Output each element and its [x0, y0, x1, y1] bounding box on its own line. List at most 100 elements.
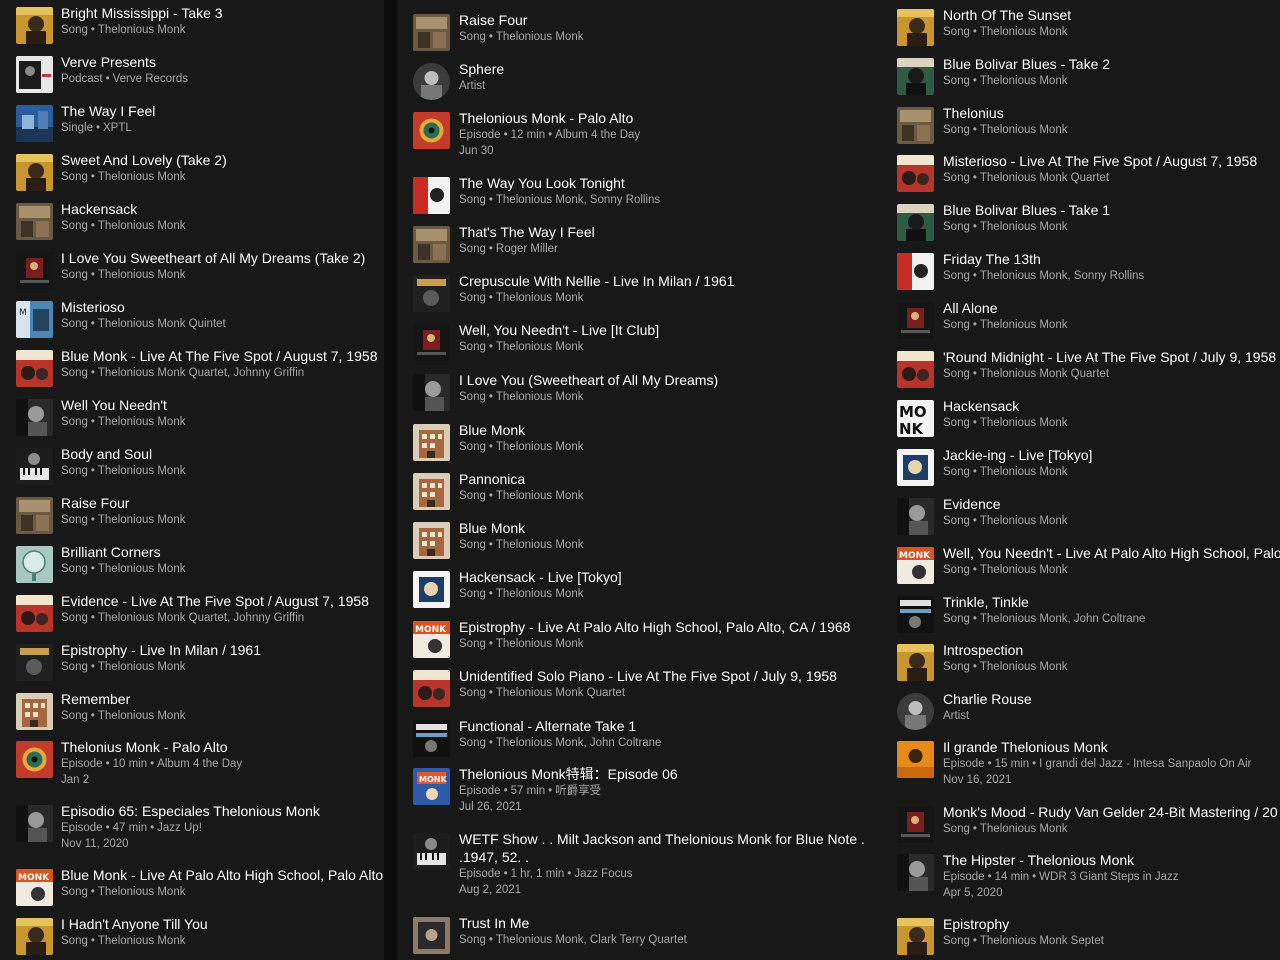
result-artist[interactable]: Thelonious Monk: [98, 171, 186, 183]
cover-art-image[interactable]: [897, 107, 934, 144]
result-item[interactable]: Thelonious Monk - Palo Alto Episode • 12 mi…: [397, 109, 883, 157]
result-title[interactable]: Blue Monk: [459, 519, 883, 537]
result-item[interactable]: Well, You Needn't - Live [It Club] Song • T…: [397, 321, 883, 365]
cover-art-image[interactable]: [897, 596, 934, 633]
result-title[interactable]: Functional - Alternate Take 1: [459, 717, 883, 735]
cover-art-image[interactable]: [16, 105, 53, 142]
result-artist[interactable]: Thelonious Monk Quartet, Johnny Griffin: [98, 367, 304, 379]
result-title[interactable]: Verve Presents: [61, 53, 384, 71]
result-item[interactable]: That's The Way I Feel Song • Roger Miller: [397, 223, 883, 267]
result-item[interactable]: Pannonica Song • Thelonious Monk: [397, 470, 883, 514]
artist-image[interactable]: [897, 693, 934, 730]
result-artist[interactable]: Thelonious Monk: [496, 31, 584, 43]
result-artist[interactable]: 15 min: [995, 758, 1030, 770]
result-item[interactable]: Thelonius Song • Thelonious Monk: [883, 104, 1280, 148]
result-artist[interactable]: Roger Miller: [496, 243, 558, 255]
result-artist[interactable]: Thelonious Monk: [496, 441, 584, 453]
cover-art-image[interactable]: [16, 595, 53, 632]
result-title-continued[interactable]: .1947, 52. .: [459, 848, 883, 866]
result-item[interactable]: Unidentified Solo Piano - Live At The Fi…: [397, 667, 883, 711]
result-title[interactable]: Friday The 13th: [943, 250, 1280, 268]
result-item[interactable]: WETF Show . . Milt Jackson and Theloniou…: [397, 830, 883, 896]
cover-art-image[interactable]: [897, 155, 934, 192]
result-title[interactable]: Charlie Rouse: [943, 690, 1280, 708]
result-item[interactable]: MONK Thelonious Monk特辑：Episode 06 Episode •…: [397, 765, 883, 813]
result-artist[interactable]: Thelonious Monk, Clark Terry Quartet: [496, 934, 687, 946]
result-item[interactable]: Raise Four Song • Thelonious Monk: [0, 494, 384, 538]
cover-art-image[interactable]: [413, 324, 450, 361]
cover-art-image[interactable]: [413, 473, 450, 510]
result-artist[interactable]: 47 min: [113, 822, 148, 834]
result-title[interactable]: Jackie-ing - Live [Tokyo]: [943, 446, 1280, 464]
result-artist[interactable]: Thelonious Monk: [98, 220, 186, 232]
result-item[interactable]: Blue Monk Song • Thelonious Monk: [397, 519, 883, 563]
result-show[interactable]: Album 4 the Day: [157, 758, 242, 770]
result-title[interactable]: Bright Mississippi - Take 3: [61, 4, 384, 22]
result-item[interactable]: M Misterioso Song • Thelonious Monk Quintet: [0, 298, 384, 342]
result-title[interactable]: All Alone: [943, 299, 1280, 317]
result-artist[interactable]: Thelonious Monk: [496, 588, 584, 600]
result-item[interactable]: I Love You (Sweetheart of All My Dreams)…: [397, 371, 883, 415]
cover-art-image[interactable]: [413, 522, 450, 559]
result-item[interactable]: Monk's Mood - Rudy Van Gelder 24-Bit Mas…: [883, 803, 1280, 847]
cover-art-image[interactable]: [897, 351, 934, 388]
result-title[interactable]: Misterioso: [61, 298, 384, 316]
result-title[interactable]: Trust In Me: [459, 914, 883, 932]
result-show[interactable]: Album 4 the Day: [555, 129, 640, 141]
result-title[interactable]: Hackensack: [943, 397, 1280, 415]
result-artist[interactable]: 10 min: [113, 758, 148, 770]
result-title[interactable]: Sweet And Lovely (Take 2): [61, 151, 384, 169]
cover-art-image[interactable]: [16, 546, 53, 583]
result-title[interactable]: Episodio 65: Especiales Thelonious Monk: [61, 802, 384, 820]
cover-art-image[interactable]: [413, 917, 450, 954]
result-artist[interactable]: Thelonious Monk: [980, 75, 1068, 87]
result-artist[interactable]: Thelonious Monk Quartet: [980, 368, 1109, 380]
result-item[interactable]: Verve Presents Podcast • Verve Records: [0, 53, 384, 97]
cover-art-image[interactable]: [413, 226, 450, 263]
result-title[interactable]: Monk's Mood - Rudy Van Gelder 24-Bit Mas…: [943, 803, 1280, 821]
result-show[interactable]: 听爵享受: [555, 785, 601, 797]
result-item[interactable]: Epistrophy - Live In Milan / 1961 Song • Th…: [0, 641, 384, 685]
result-item[interactable]: The Hipster - Thelonious Monk Episode • 14 …: [883, 851, 1280, 899]
result-title[interactable]: Misterioso - Live At The Five Spot / Aug…: [943, 152, 1280, 170]
cover-art-image[interactable]: [16, 154, 53, 191]
cover-art-image[interactable]: [16, 399, 53, 436]
result-title[interactable]: I Hadn't Anyone Till You: [61, 915, 384, 933]
result-show[interactable]: I grandi del Jazz - Intesa Sanpaolo On A…: [1039, 758, 1251, 770]
result-artist[interactable]: Thelonious Monk: [496, 391, 584, 403]
result-artist[interactable]: 14 min: [995, 871, 1030, 883]
result-title[interactable]: 'Round Midnight - Live At The Five Spot …: [943, 348, 1280, 366]
cover-art-image[interactable]: [16, 693, 53, 730]
cover-art-image[interactable]: [16, 805, 53, 842]
result-item[interactable]: All Alone Song • Thelonious Monk: [883, 299, 1280, 343]
cover-art-image[interactable]: [413, 14, 450, 51]
result-item[interactable]: Blue Monk Song • Thelonious Monk: [397, 421, 883, 465]
result-item[interactable]: Hackensack - Live [Tokyo] Song • Thelonious…: [397, 568, 883, 612]
result-artist[interactable]: Thelonious Monk Quartet, Johnny Griffin: [98, 612, 304, 624]
result-artist[interactable]: Thelonious Monk: [98, 24, 186, 36]
result-show[interactable]: WDR 3 Giant Steps in Jazz: [1039, 871, 1178, 883]
result-item[interactable]: Brilliant Corners Song • Thelonious Monk: [0, 543, 384, 587]
result-item[interactable]: Bright Mississippi - Take 3 Song • Thelonio…: [0, 4, 384, 48]
cover-art-image[interactable]: M: [16, 301, 53, 338]
result-title[interactable]: Raise Four: [61, 494, 384, 512]
cover-art-image[interactable]: [897, 741, 934, 778]
result-artist[interactable]: Thelonious Monk: [496, 490, 584, 502]
result-artist[interactable]: Thelonious Monk: [980, 661, 1068, 673]
result-title[interactable]: Evidence: [943, 495, 1280, 513]
cover-art-image[interactable]: [413, 112, 450, 149]
cover-art-image[interactable]: [897, 854, 934, 891]
result-item[interactable]: Blue Monk - Live At The Five Spot / Augu…: [0, 347, 384, 391]
result-show[interactable]: Jazz Focus: [574, 868, 632, 880]
result-title[interactable]: Blue Monk - Live At The Five Spot / Augu…: [61, 347, 384, 365]
result-title[interactable]: I Love You (Sweetheart of All My Dreams): [459, 371, 883, 389]
result-title[interactable]: Epistrophy - Live At Palo Alto High Scho…: [459, 618, 883, 636]
result-title[interactable]: Blue Bolivar Blues - Take 1: [943, 201, 1280, 219]
cover-art-image[interactable]: [897, 302, 934, 339]
result-artist[interactable]: Thelonious Monk: [496, 292, 584, 304]
cover-art-image[interactable]: [413, 720, 450, 757]
result-artist[interactable]: Thelonious Monk Quartet: [980, 172, 1109, 184]
result-item[interactable]: Blue Bolivar Blues - Take 1 Song • Thelonio…: [883, 201, 1280, 245]
result-title[interactable]: Crepuscule With Nellie - Live In Milan /…: [459, 272, 883, 290]
cover-art-image[interactable]: [16, 741, 53, 778]
